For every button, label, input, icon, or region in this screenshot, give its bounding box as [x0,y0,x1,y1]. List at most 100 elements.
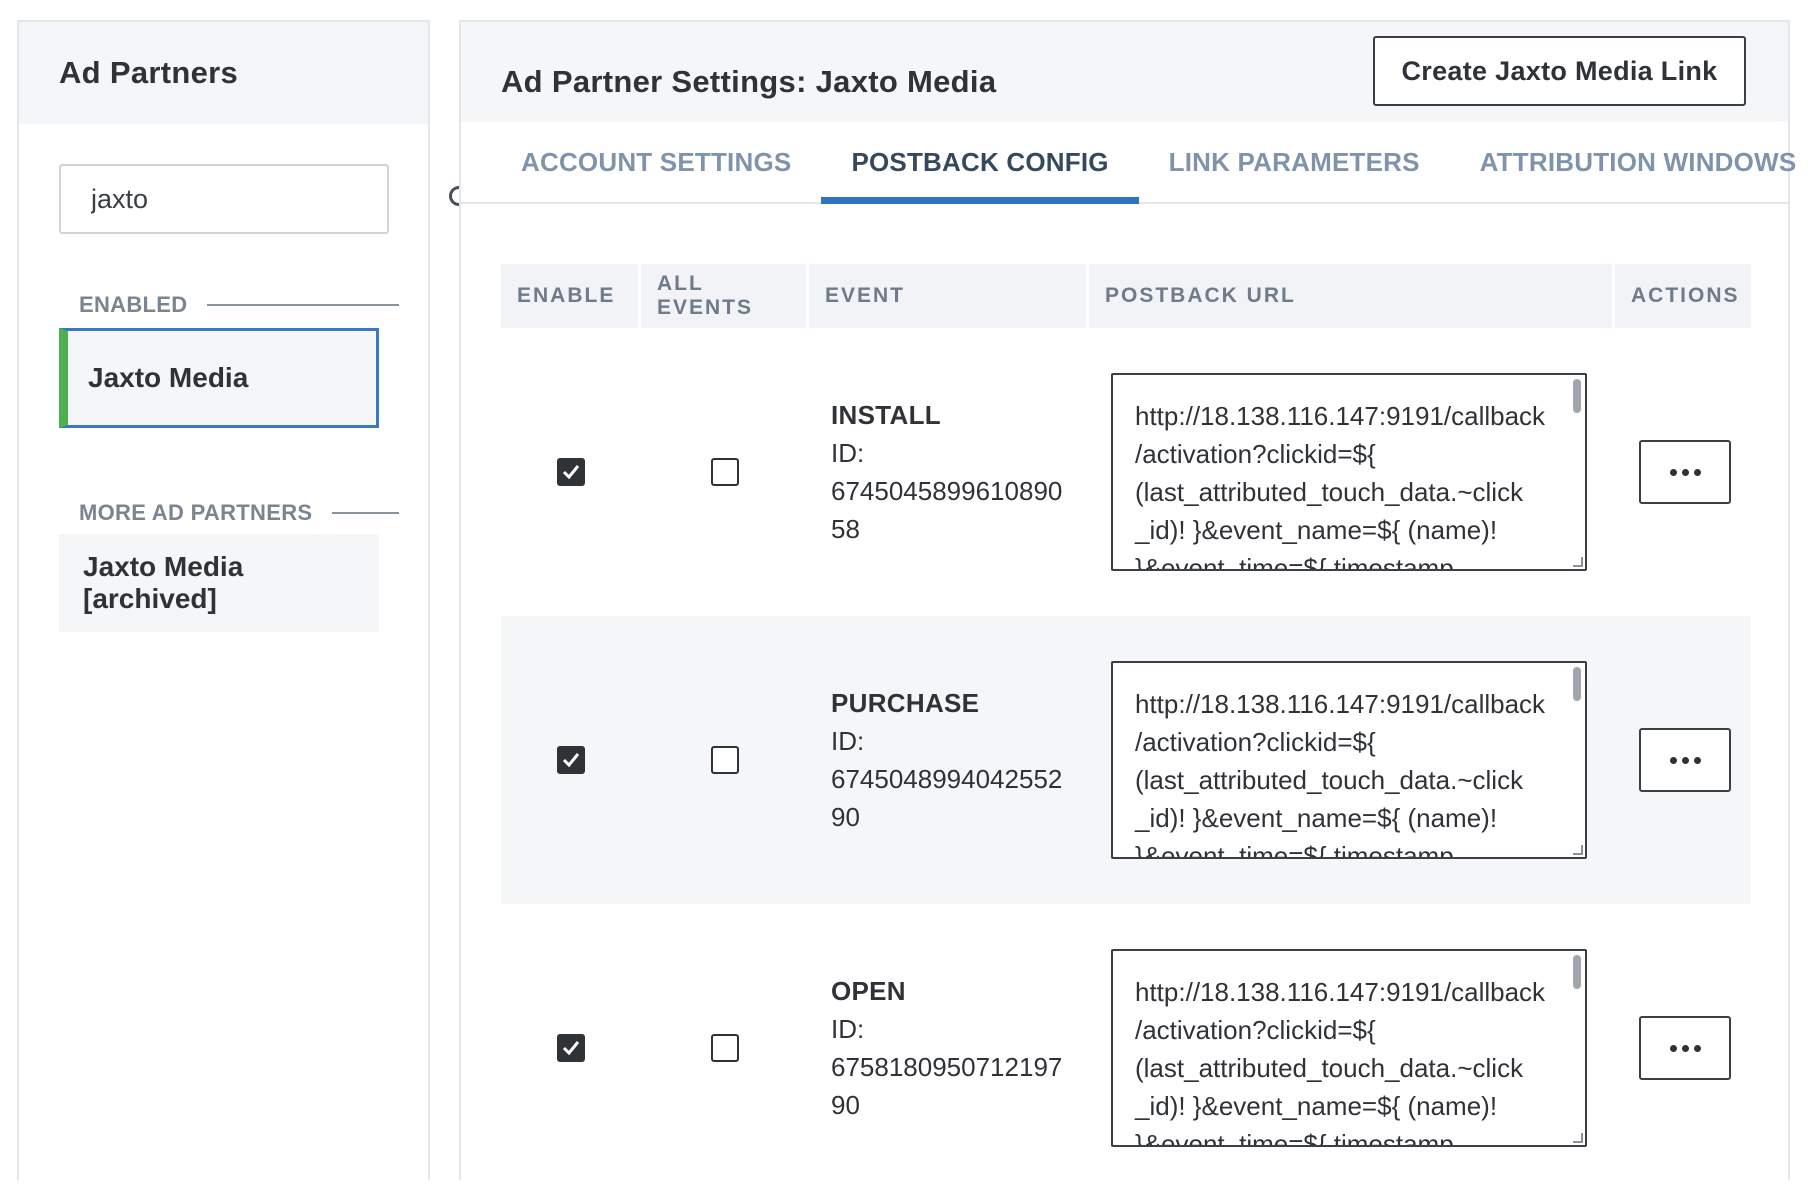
more-partners-section-label: MORE AD PARTNERS [79,500,399,526]
partner-search-input[interactable] [89,182,447,216]
partner-item-jaxto-media-archived[interactable]: Jaxto Media [archived] [59,534,379,632]
url-line: http://18.138.116.147:9191/callback [1135,689,1546,719]
actions-cell [1615,328,1751,616]
enable-checkbox[interactable] [557,1034,585,1062]
ad-partner-settings-panel: Ad Partner Settings: Jaxto Media Create … [459,20,1796,1180]
row-actions-button[interactable] [1639,728,1731,792]
url-line: _id)! }&event_name=${ (name)! [1135,515,1498,545]
postback-url-textarea[interactable]: http://18.138.116.147:9191/callback /act… [1111,373,1587,571]
enable-checkbox[interactable] [557,458,585,486]
resize-handle-icon[interactable] [1573,1133,1583,1143]
postback-table: ENABLE ALL EVENTS EVENT POSTBACK URL ACT… [501,264,1751,1192]
enable-cell [501,328,641,616]
partner-search[interactable] [59,164,476,234]
enabled-label-text: ENABLED [79,292,188,317]
create-link-button[interactable]: Create Jaxto Media Link [1373,36,1746,106]
header-all-events: ALL EVENTS [641,264,809,328]
more-horizontal-icon [1669,468,1701,476]
header-actions: ACTIONS [1631,284,1740,307]
header-event: EVENT [809,264,1089,328]
enable-cell [501,904,641,1192]
ad-partners-sidebar: Ad Partners ENABLED Jaxto Media MORE AD … [17,20,476,1180]
event-id-line1: 6745045899610890 [831,476,1063,506]
textarea-scrollbar[interactable] [1573,379,1581,413]
event-id-line1: 6758180950712197 [831,1052,1063,1082]
all-events-checkbox[interactable] [711,746,739,774]
more-horizontal-icon [1669,756,1701,764]
event-name: INSTALL [831,400,941,430]
postback-url-textarea[interactable]: http://18.138.116.147:9191/callback /act… [1111,661,1587,859]
event-id-line2: 90 [831,1090,860,1120]
more-partners-label-text: MORE AD PARTNERS [79,500,313,525]
event-id-label: ID: [831,438,865,468]
url-line: _id)! }&event_name=${ (name)! [1135,803,1498,833]
header-postback-url: POSTBACK URL [1089,264,1615,328]
tab-account-settings[interactable]: ACCOUNT SETTINGS [491,122,821,202]
table-header: ENABLE ALL EVENTS EVENT POSTBACK URL ACT… [501,264,1751,328]
section-divider [332,512,399,514]
more-horizontal-icon [1669,1044,1701,1052]
header-enable: ENABLE [501,264,641,328]
event-id-label: ID: [831,1014,865,1044]
sidebar-header: Ad Partners [19,22,428,124]
actions-cell [1615,904,1751,1192]
checkmark-icon [562,753,580,768]
partner-item-jaxto-media[interactable]: Jaxto Media [59,328,379,428]
textarea-scrollbar[interactable] [1573,667,1581,701]
event-id-line1: 6745048994042552 [831,764,1063,794]
url-line: /activation?clickid=${ [1135,439,1376,469]
postback-url-textarea[interactable]: http://18.138.116.147:9191/callback /act… [1111,949,1587,1147]
tab-link-parameters[interactable]: LINK PARAMETERS [1139,122,1450,202]
row-actions-button[interactable] [1639,440,1731,504]
page-title: Ad Partner Settings: Jaxto Media [501,64,997,99]
postback-url-cell: http://18.138.116.147:9191/callback /act… [1089,616,1615,904]
partner-item-label: Jaxto Media [archived] [83,551,244,614]
resize-handle-icon[interactable] [1573,845,1583,855]
settings-tabs: ACCOUNT SETTINGS POSTBACK CONFIG LINK PA… [461,122,1796,204]
url-line: /activation?clickid=${ [1135,727,1376,757]
textarea-scrollbar[interactable] [1573,955,1581,989]
event-id-label: ID: [831,726,865,756]
event-cell: OPEN ID: 6758180950712197 90 [809,904,1089,1192]
event-id-line2: 90 [831,802,860,832]
url-line: http://18.138.116.147:9191/callback [1135,401,1546,431]
url-line: }&event_time=${ timestamp [1135,553,1454,571]
tab-attribution-windows[interactable]: ATTRIBUTION WINDOWS [1450,122,1808,202]
enabled-section-label: ENABLED [79,292,399,318]
actions-cell [1615,616,1751,904]
url-line: (last_attributed_touch_data.~click [1135,1053,1524,1083]
section-divider [207,304,399,306]
event-cell: PURCHASE ID: 6745048994042552 90 [809,616,1089,904]
all-events-cell [641,904,809,1192]
postback-url-cell: http://18.138.116.147:9191/callback /act… [1089,328,1615,616]
all-events-cell [641,616,809,904]
enable-cell [501,616,641,904]
enable-checkbox[interactable] [557,746,585,774]
main-header: Ad Partner Settings: Jaxto Media Create … [461,22,1788,122]
event-name: PURCHASE [831,688,980,718]
sidebar-title: Ad Partners [59,55,239,90]
url-line: }&event_time=${ timestamp [1135,841,1454,859]
table-row: INSTALL ID: 6745045899610890 58 http://1… [501,328,1751,616]
checkmark-icon [562,465,580,480]
all-events-checkbox[interactable] [711,1034,739,1062]
event-id-line2: 58 [831,514,860,544]
tab-postback-config[interactable]: POSTBACK CONFIG [821,122,1139,204]
partner-item-label: Jaxto Media [88,362,249,393]
table-row: OPEN ID: 6758180950712197 90 http://18.1… [501,904,1751,1192]
url-line: (last_attributed_touch_data.~click [1135,477,1524,507]
all-events-checkbox[interactable] [711,458,739,486]
url-line: /activation?clickid=${ [1135,1015,1376,1045]
resize-handle-icon[interactable] [1573,557,1583,567]
url-line: http://18.138.116.147:9191/callback [1135,977,1546,1007]
url-line: }&event_time=${ timestamp [1135,1129,1454,1147]
url-line: (last_attributed_touch_data.~click [1135,765,1524,795]
checkmark-icon [562,1041,580,1056]
row-actions-button[interactable] [1639,1016,1731,1080]
table-row: PURCHASE ID: 6745048994042552 90 http://… [501,616,1751,904]
postback-url-cell: http://18.138.116.147:9191/callback /act… [1089,904,1615,1192]
url-line: _id)! }&event_name=${ (name)! [1135,1091,1498,1121]
all-events-cell [641,328,809,616]
event-cell: INSTALL ID: 6745045899610890 58 [809,328,1089,616]
event-name: OPEN [831,976,906,1006]
